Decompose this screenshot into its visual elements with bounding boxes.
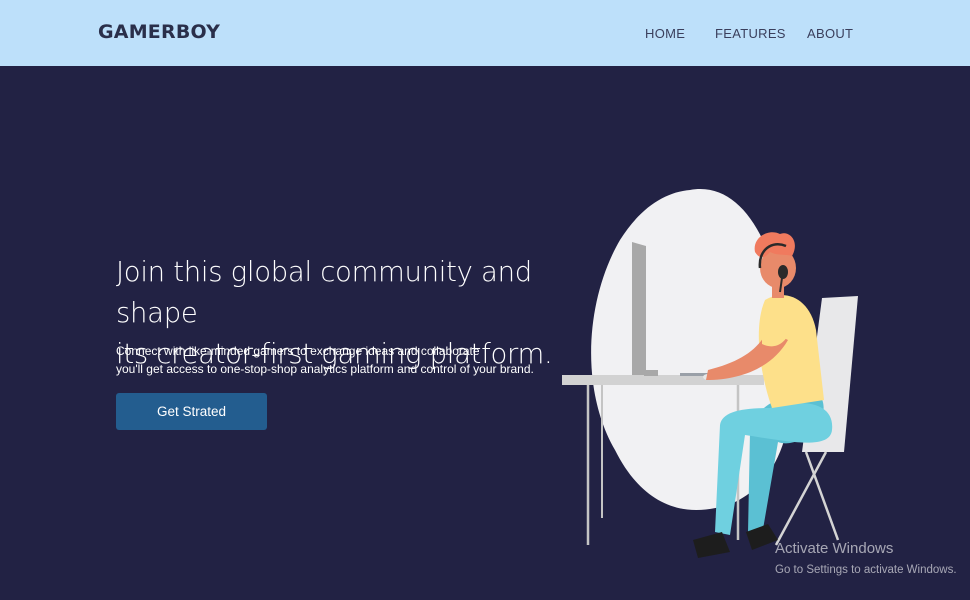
hero-subtext-line-1: Connect with like-minded gamers to excha…: [116, 344, 480, 358]
navbar: GAMERBOY HOME FEATURES ABOUT: [0, 0, 970, 66]
nav-link-features[interactable]: FEATURES: [715, 26, 786, 41]
hero-headline-line-1: Join this global community and shape: [116, 256, 532, 329]
hero-subtext-line-2: you'll get access to one-stop-shop analy…: [116, 362, 534, 376]
brand-logo[interactable]: GAMERBOY: [98, 21, 220, 43]
watermark-subtitle: Go to Settings to activate Windows.: [775, 564, 957, 576]
watermark-title: Activate Windows: [775, 540, 894, 557]
hero-subtext: Connect with like-minded gamers to excha…: [116, 342, 546, 378]
nav-link-about[interactable]: ABOUT: [807, 26, 853, 41]
gamer-illustration: [562, 189, 858, 558]
windows-activation-watermark: Activate Windows Go to Settings to activ…: [775, 539, 957, 578]
nav-link-home[interactable]: HOME: [645, 26, 685, 41]
get-started-button[interactable]: Get Strated: [116, 393, 267, 430]
